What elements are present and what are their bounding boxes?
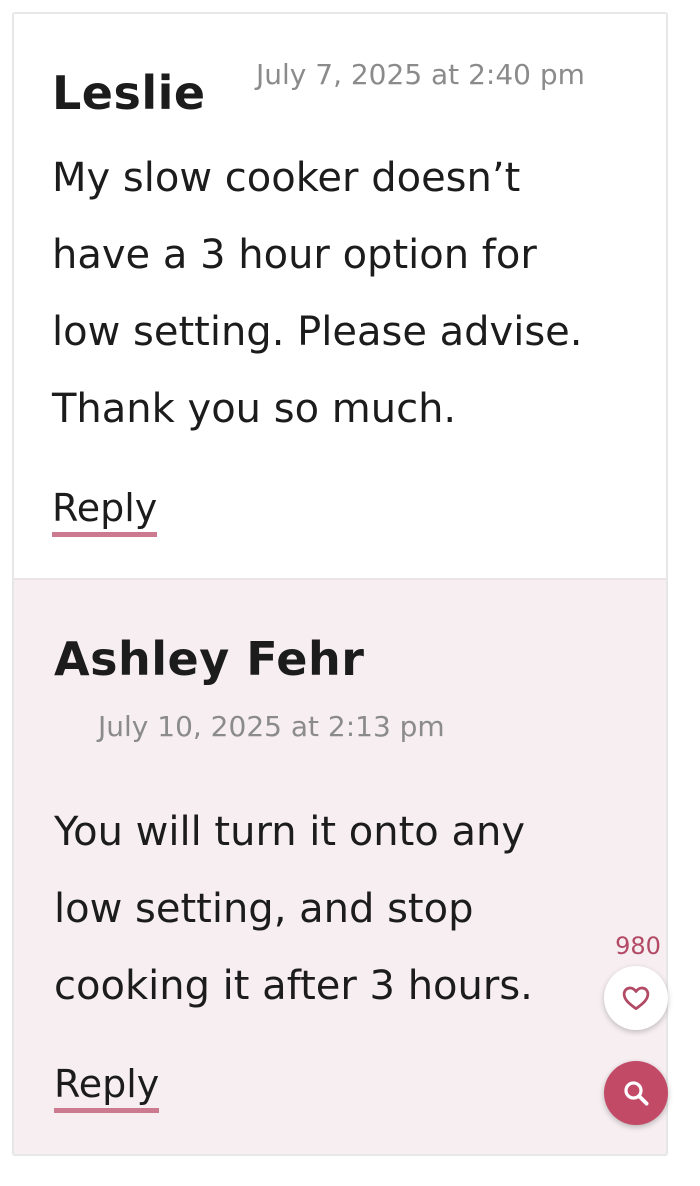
- like-count: 980: [615, 932, 661, 960]
- like-button[interactable]: [604, 966, 668, 1030]
- comment-author: Ashley Fehr: [54, 632, 365, 686]
- comment-thread: Leslie July 7, 2025 at 2:40 pm My slow c…: [12, 12, 668, 1156]
- comment-date: July 10, 2025 at 2:13 pm: [98, 710, 445, 743]
- heart-icon: [622, 986, 650, 1010]
- comment-ashley-fehr: Ashley Fehr July 10, 2025 at 2:13 pm You…: [14, 578, 666, 1154]
- comment-date: July 7, 2025 at 2:40 pm: [256, 58, 585, 91]
- search-icon: [624, 1081, 649, 1106]
- reply-link[interactable]: Reply: [52, 486, 158, 537]
- search-button[interactable]: [604, 1061, 668, 1125]
- comments-page: Leslie July 7, 2025 at 2:40 pm My slow c…: [0, 0, 700, 1186]
- comment-author: Leslie: [52, 66, 206, 120]
- comment-leslie: Leslie July 7, 2025 at 2:40 pm My slow c…: [14, 14, 666, 578]
- reply-link[interactable]: Reply: [54, 1062, 160, 1113]
- comment-text: You will turn it onto any low setting, a…: [54, 809, 533, 1009]
- comment-text: My slow cooker doesn’t have a 3 hour opt…: [52, 155, 583, 432]
